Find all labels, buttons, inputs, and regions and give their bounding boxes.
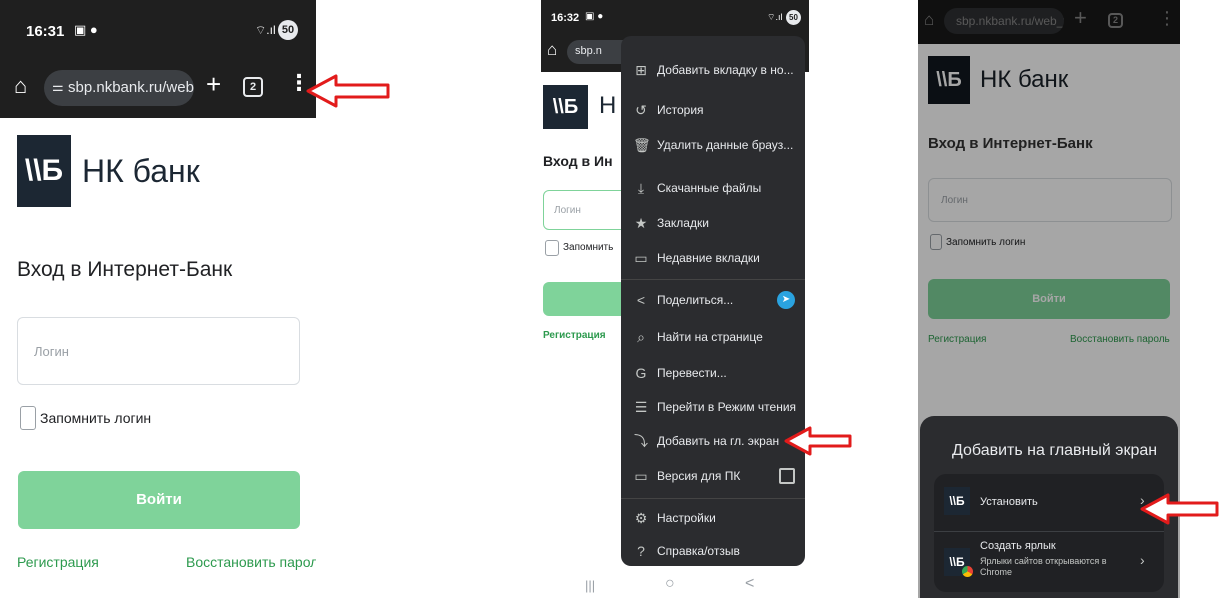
browser-overflow-menu: ⊞ Добавить вкладку в но... ↺ История 🗑 У…: [621, 36, 805, 566]
reader-mode-icon: ☰: [634, 399, 648, 415]
remember-label: Запомнить: [563, 242, 614, 253]
red-arrow-annotation: [1140, 493, 1220, 525]
url-text: sbp.nkbank.ru/web_t: [68, 79, 194, 96]
remember-checkbox[interactable]: [545, 240, 559, 256]
bank-name: Н: [599, 92, 617, 119]
recent-tabs-icon: ▭: [634, 250, 648, 266]
add-to-home-icon: ⤵: [634, 433, 648, 449]
chevron-right-icon: ›: [1140, 552, 1145, 568]
sheet-title: Добавить на главный экран: [952, 442, 1158, 459]
login-placeholder: Логин: [34, 344, 69, 359]
menu-item-downloads[interactable]: ⤓ Скачанные файлы: [621, 171, 805, 205]
app-icon: \\Б: [944, 487, 970, 515]
sheet-options: \\Б Установить › \\Б Создать ярлык Ярлык…: [934, 474, 1164, 592]
bank-name: НК банк: [82, 153, 200, 189]
login-button[interactable]: Войти: [18, 471, 300, 529]
menu-item-bookmarks[interactable]: ★ Закладки: [621, 206, 805, 240]
remember-label: Запомнить логин: [40, 410, 152, 426]
notification-icon: ▣ ●: [585, 11, 604, 22]
chrome-badge-icon: [962, 566, 973, 577]
menu-item-help[interactable]: ? Справка/отзыв: [621, 534, 805, 568]
bank-logo: \\Б: [17, 135, 71, 207]
login-button[interactable]: [543, 282, 633, 316]
status-bar: 16:31 ▣ ● ⌔.ıl 50: [0, 0, 316, 60]
login-placeholder: Логин: [554, 205, 581, 216]
browser-toolbar: ⌂ ⚌ sbp.nkbank.ru/web_t + 2 ⋮: [0, 60, 316, 118]
shortcut-title: Создать ярлык: [980, 540, 1056, 552]
register-link[interactable]: Регистрация: [17, 554, 99, 570]
login-input[interactable]: Логин: [543, 190, 633, 230]
remember-checkbox[interactable]: [20, 406, 36, 430]
menu-item-recent-tabs[interactable]: ▭ Недавние вкладки: [621, 241, 805, 275]
battery-badge: 50: [786, 10, 801, 25]
bank-logo: \\Б: [543, 85, 588, 129]
home-icon[interactable]: ⌂: [547, 40, 557, 60]
login-input[interactable]: Логин: [17, 317, 300, 385]
home-icon[interactable]: ⌂: [14, 73, 27, 99]
menu-item-clear-data[interactable]: 🗑 Удалить данные брауз...: [621, 128, 805, 162]
trash-icon: 🗑: [633, 137, 651, 153]
signal-icon: ⌔.ıl: [255, 23, 276, 37]
menu-item-find-in-page[interactable]: ⌕ Найти на странице: [621, 320, 805, 354]
page-title: Вход в Интернет-Банк: [17, 258, 233, 281]
back-nav-button[interactable]: <: [745, 575, 754, 593]
menu-item-history[interactable]: ↺ История: [621, 93, 805, 127]
battery-badge: 50: [278, 20, 298, 40]
screenshot-panel-1: 16:31 ▣ ● ⌔.ıl 50 ⌂ ⚌ sbp.nkbank.ru/web_…: [0, 0, 316, 598]
notification-icon: ▣ ●: [74, 22, 98, 37]
menu-item-reader-mode[interactable]: ☰ Перейти в Режим чтения: [621, 390, 805, 424]
menu-item-desktop-site[interactable]: ▭ Версия для ПК: [621, 459, 805, 493]
find-in-page-icon: ⌕: [637, 329, 645, 345]
download-icon: ⤓: [637, 180, 645, 196]
add-tab-group-icon: ⊞: [635, 62, 647, 78]
signal-icon: ⌔.ıl: [767, 12, 783, 22]
history-icon: ↺: [635, 102, 647, 118]
menu-item-add-to-home-screen[interactable]: ⤵ Добавить на гл. экран: [621, 424, 805, 458]
menu-item-translate[interactable]: G Перевести...: [621, 356, 805, 390]
home-nav-button[interactable]: ○: [665, 575, 675, 593]
login-button-label: Войти: [136, 491, 182, 508]
address-bar[interactable]: ⚌ sbp.nkbank.ru/web_t: [44, 70, 194, 106]
share-icon: <: [636, 292, 646, 308]
telegram-icon[interactable]: ➤: [777, 291, 795, 309]
status-time: 16:32: [551, 12, 580, 24]
page-title: Вход в Ин: [543, 153, 613, 169]
new-tab-icon[interactable]: +: [206, 69, 221, 100]
recents-nav-button[interactable]: |||: [585, 578, 595, 593]
install-label: Установить: [980, 496, 1038, 508]
menu-item-add-tab-group[interactable]: ⊞ Добавить вкладку в но...: [621, 53, 805, 87]
tab-count-button[interactable]: 2: [243, 77, 263, 97]
url-text: sbp.n: [575, 45, 602, 57]
menu-divider: [621, 498, 805, 499]
menu-divider: [621, 279, 805, 280]
settings-icon: ⚙: [634, 510, 648, 526]
menu-item-share[interactable]: < Поделиться... ➤: [621, 283, 805, 317]
red-arrow-annotation: [306, 74, 392, 108]
install-option[interactable]: \\Б Установить ›: [934, 474, 1164, 530]
register-link[interactable]: Регистрация: [543, 330, 606, 341]
site-settings-icon[interactable]: ⚌: [52, 79, 64, 95]
shortcut-subtitle: Ярлыки сайтов открываются в Chrome: [980, 556, 1107, 577]
desktop-icon: ▭: [634, 468, 648, 484]
status-bar: 16:32 ▣ ● ⌔.ıl 50: [541, 0, 809, 34]
menu-item-settings[interactable]: ⚙ Настройки: [621, 501, 805, 535]
restore-password-link[interactable]: Восстановить пароль: [186, 554, 316, 570]
desktop-site-checkbox[interactable]: [779, 468, 795, 484]
create-shortcut-option[interactable]: \\Б Создать ярлык Ярлыки сайтов открываю…: [934, 532, 1164, 592]
star-icon: ★: [634, 215, 648, 231]
translate-icon: G: [635, 365, 647, 381]
red-arrow-annotation: [784, 426, 854, 456]
screenshot-panel-2: 16:32 ▣ ● ⌔.ıl 50 ⌂ sbp.n \\Б Н Вход в И…: [541, 0, 809, 598]
help-icon: ?: [637, 543, 645, 559]
status-time: 16:31: [26, 23, 65, 40]
